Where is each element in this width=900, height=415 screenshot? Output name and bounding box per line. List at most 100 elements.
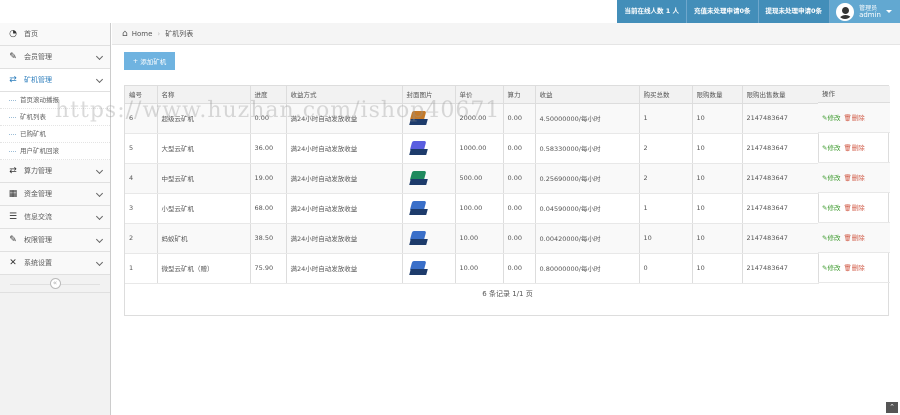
- cell-id: 3: [125, 193, 158, 224]
- row-actions: ✎修改 🗑删除: [818, 163, 890, 193]
- sidebar-item-home[interactable]: ◔ 首页: [0, 23, 110, 46]
- sidebar-item-settings[interactable]: ✕ 系统设置: [0, 252, 110, 275]
- chevron-down-icon: [95, 189, 104, 198]
- miner-table: 编号 名称 进度 收益方式 封面图片 单价 算力 收益 购买总数 限购数量 限购…: [125, 86, 819, 284]
- pagination-info: 6 条记录 1/1 页: [482, 290, 533, 298]
- edit-link[interactable]: ✎修改: [822, 114, 840, 122]
- edit-link[interactable]: ✎修改: [822, 264, 840, 272]
- avatar: [836, 2, 855, 21]
- sidebar-item-miners[interactable]: ⇄ 矿机管理: [0, 69, 110, 92]
- edit-link[interactable]: ✎修改: [822, 204, 840, 212]
- row-actions: ✎修改 🗑删除: [818, 103, 890, 133]
- submenu-item-miner-list[interactable]: 矿机列表: [0, 109, 110, 126]
- cell-income: 0.58330000/每小时: [535, 133, 640, 164]
- double-chevron-left-icon: «: [49, 278, 61, 289]
- withdraw-pending-link[interactable]: 提现未处理申请0条: [759, 0, 831, 23]
- user-info: 管理员 admin: [859, 5, 881, 19]
- cell-sold: 2147483647: [742, 223, 819, 254]
- delete-label: 删除: [851, 264, 865, 272]
- table-row: 3 小型云矿机 68.00 满24小时自动发放收益 100.00 0.00 0.045900…: [125, 193, 819, 224]
- cell-price: 100.00: [455, 193, 504, 224]
- sidebar-collapse-button[interactable]: «: [0, 275, 110, 293]
- cell-name: 小型云矿机: [157, 193, 251, 224]
- cover-image-cell: [402, 253, 456, 284]
- cell-price: 2000.00: [455, 103, 504, 134]
- cover-image-cell: [402, 223, 456, 254]
- edit-icon: ✎: [9, 52, 17, 62]
- column-header: 购买总数: [639, 86, 693, 104]
- miner-cover-image: [407, 200, 429, 216]
- delete-link[interactable]: 🗑删除: [843, 114, 864, 122]
- cell-total: 1: [639, 193, 693, 224]
- cell-progress: 75.90: [250, 253, 287, 284]
- column-header: 收益: [535, 86, 640, 104]
- sidebar-item-label: 矿机管理: [24, 76, 52, 84]
- sidebar-item-permissions[interactable]: ✎ 权限管理: [0, 229, 110, 252]
- table-row: 4 中型云矿机 19.00 满24小时自动发放收益 500.00 0.00 0.256900…: [125, 163, 819, 194]
- sidebar-item-messages[interactable]: ☰ 信息交流: [0, 206, 110, 229]
- edit-label: 修改: [827, 264, 841, 272]
- delete-label: 删除: [851, 174, 865, 182]
- cell-power: 0.00: [503, 163, 536, 194]
- cell-progress: 68.00: [250, 193, 287, 224]
- sidebar-item-members[interactable]: ✎ 会员管理: [0, 46, 110, 69]
- user-name: admin: [859, 10, 881, 19]
- trash-icon: 🗑: [843, 264, 852, 272]
- online-count: 当前在线人数 1 人: [617, 0, 687, 23]
- delete-label: 删除: [851, 234, 865, 242]
- delete-link[interactable]: 🗑删除: [843, 144, 864, 152]
- submenu-item-broadcast[interactable]: 首页滚动播报: [0, 92, 110, 109]
- cell-income: 0.00420000/每小时: [535, 223, 640, 254]
- sidebar-item-funds[interactable]: ▦ 资金管理: [0, 183, 110, 206]
- cell-total: 10: [639, 223, 693, 254]
- shuffle-icon: ⇄: [9, 75, 17, 85]
- cell-id: 2: [125, 223, 158, 254]
- scroll-to-top-button[interactable]: ⌃: [886, 402, 898, 413]
- cell-limit: 10: [692, 193, 743, 224]
- trash-icon: 🗑: [843, 204, 852, 212]
- miner-table-panel: 编号 名称 进度 收益方式 封面图片 单价 算力 收益 购买总数 限购数量 限购…: [124, 85, 890, 316]
- chevron-down-icon: [95, 212, 104, 221]
- delete-link[interactable]: 🗑删除: [843, 174, 864, 182]
- cell-power: 0.00: [503, 193, 536, 224]
- cell-mode: 满24小时自动发放收益: [286, 193, 403, 224]
- add-miner-label: 添加矿机: [140, 58, 167, 66]
- cell-limit: 10: [692, 163, 743, 194]
- cell-id: 1: [125, 253, 158, 284]
- user-menu[interactable]: 管理员 admin: [830, 0, 900, 23]
- recharge-pending-link[interactable]: 充值未处理申请0条: [687, 0, 759, 23]
- sidebar-item-label: 首页: [24, 30, 38, 38]
- delete-link[interactable]: 🗑删除: [843, 264, 864, 272]
- submenu-item-rollback[interactable]: 用户矿机回滚: [0, 143, 110, 160]
- sidebar-item-hashrate[interactable]: ⇄ 算力管理: [0, 160, 110, 183]
- cell-sold: 2147483647: [742, 133, 819, 164]
- cell-income: 0.80000000/每小时: [535, 253, 640, 284]
- column-header: 进度: [250, 86, 287, 104]
- breadcrumb-home[interactable]: Home: [132, 30, 153, 38]
- column-header: 名称: [157, 86, 251, 104]
- submenu-item-purchased[interactable]: 已购矿机: [0, 126, 110, 143]
- cell-limit: 10: [692, 133, 743, 164]
- delete-link[interactable]: 🗑删除: [843, 234, 864, 242]
- sidebar-item-label: 会员管理: [24, 53, 52, 61]
- chevron-down-icon: [95, 166, 104, 175]
- cell-income: 0.25690000/每小时: [535, 163, 640, 194]
- add-miner-button[interactable]: + 添加矿机: [124, 52, 175, 70]
- miner-cover-image: [407, 110, 429, 126]
- sidebar-item-label: 算力管理: [24, 167, 52, 175]
- cell-power: 0.00: [503, 223, 536, 254]
- edit-link[interactable]: ✎修改: [822, 144, 840, 152]
- cell-mode: 满24小时自动发放收益: [286, 133, 403, 164]
- cell-total: 2: [639, 133, 693, 164]
- miner-cover-image: [407, 140, 429, 156]
- breadcrumb-separator-icon: ›: [157, 29, 161, 38]
- row-actions: ✎修改 🗑删除: [818, 223, 890, 253]
- edit-link[interactable]: ✎修改: [822, 174, 840, 182]
- column-header: 限购出售数量: [742, 86, 819, 104]
- cell-progress: 38.50: [250, 223, 287, 254]
- delete-link[interactable]: 🗑删除: [843, 204, 864, 212]
- breadcrumb: ⌂ Home › 矿机列表: [112, 23, 900, 45]
- topbar-status-area: 当前在线人数 1 人 充值未处理申请0条 提现未处理申请0条 管理员 admin: [617, 0, 900, 23]
- edit-link[interactable]: ✎修改: [822, 234, 840, 242]
- table-row: 6 超级云矿机 0.00 满24小时自动发放收益 2000.00 0.00 4.500000…: [125, 103, 819, 134]
